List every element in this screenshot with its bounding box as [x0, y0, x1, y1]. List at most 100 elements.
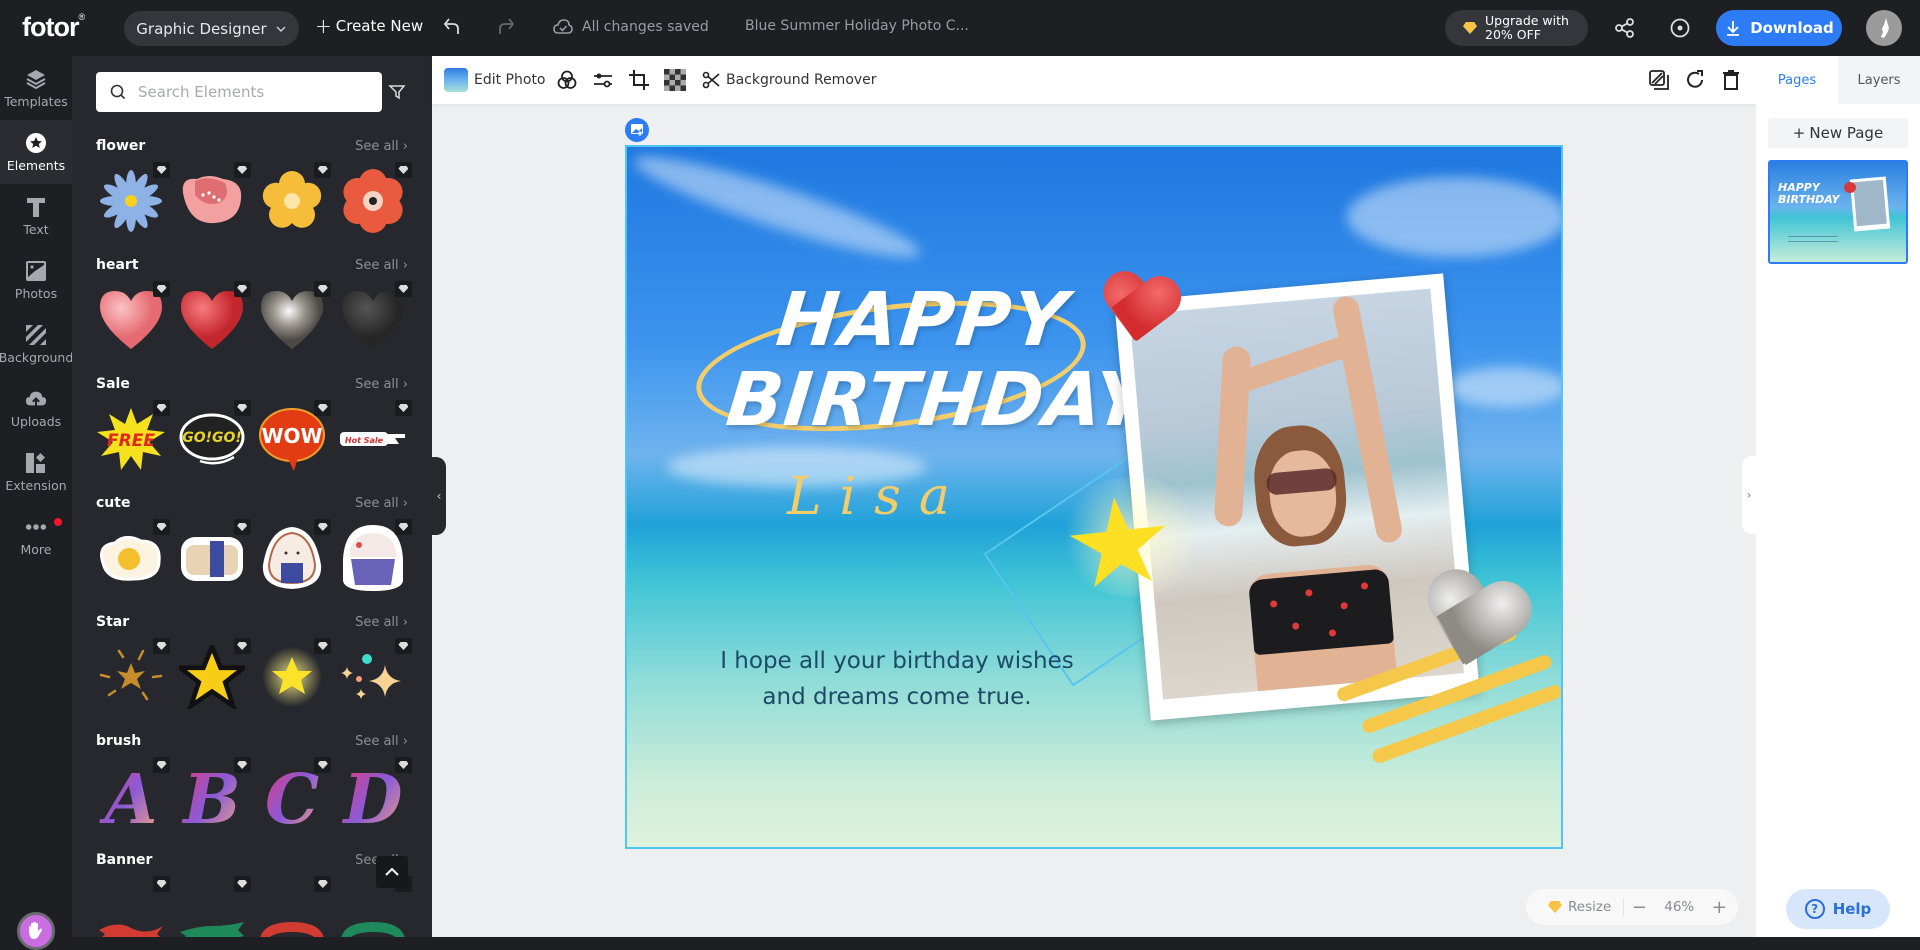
tab-pages[interactable]: Pages — [1756, 56, 1838, 104]
undo-button[interactable] — [440, 15, 464, 39]
adjust-button[interactable] — [592, 68, 614, 92]
zoom-in-button[interactable]: + — [1704, 897, 1734, 918]
design-canvas[interactable]: HAPPY BIRTHDAY Lisa I hope all your birt… — [625, 145, 1563, 849]
element-twinkles[interactable] — [338, 638, 412, 712]
background-remover-button[interactable]: Background Remover — [702, 68, 877, 92]
fotor-logo[interactable]: fotor® — [22, 12, 85, 43]
edit-photo-button[interactable]: Edit Photo — [444, 68, 546, 92]
filter-icon[interactable] — [388, 83, 406, 101]
flip-button[interactable] — [1648, 68, 1670, 92]
element-black-heart[interactable] — [338, 281, 412, 355]
nav-extension[interactable]: Extension — [0, 440, 72, 504]
cherry — [1269, 600, 1278, 608]
see-all-link[interactable]: See all › — [355, 139, 408, 154]
element-gogo-sticker[interactable]: GO!GO! — [177, 400, 251, 474]
replace-button[interactable] — [1684, 68, 1706, 92]
title-birthday[interactable]: BIRTHDAY — [722, 357, 1153, 443]
hand-wave-button[interactable] — [17, 912, 55, 950]
element-sparkle-burst[interactable] — [96, 638, 170, 712]
title-happy[interactable]: HAPPY — [772, 277, 1072, 363]
search-box[interactable] — [96, 72, 382, 112]
edit-photo-label: Edit Photo — [474, 72, 546, 88]
team-selector-button[interactable]: Graphic Designer — [124, 11, 299, 46]
hand-wave-icon — [29, 922, 43, 939]
nav-templates[interactable]: Templates — [0, 56, 72, 120]
element-sushi[interactable] — [177, 519, 251, 593]
cloud — [628, 147, 926, 273]
element-brush-d[interactable]: D — [338, 757, 412, 831]
element-red-ribbon-2[interactable] — [257, 876, 332, 937]
birthday-message[interactable]: I hope all your birthday wishes and drea… — [707, 643, 1087, 715]
nav-text[interactable]: Text — [0, 184, 72, 248]
share-button[interactable] — [1613, 16, 1637, 40]
see-all-link[interactable]: See all › — [355, 615, 408, 630]
element-pink-heart[interactable] — [96, 281, 170, 355]
nav-label: More — [20, 541, 52, 557]
tab-layers[interactable]: Layers — [1838, 56, 1920, 104]
element-hot-sale-sticker[interactable]: Hot Sale — [338, 400, 412, 474]
page-thumbnail[interactable]: HAPPY BIRTHDAY — [1768, 160, 1908, 264]
crop-button[interactable] — [628, 68, 650, 92]
element-fried-egg[interactable] — [96, 519, 170, 593]
wow-bubble-icon: WOW — [259, 408, 326, 471]
resize-button[interactable]: Resize — [1526, 898, 1625, 916]
element-yellow-flower[interactable] — [257, 162, 332, 236]
element-red-heart[interactable] — [177, 281, 251, 355]
element-glow-star[interactable] — [257, 638, 332, 712]
element-red-flower[interactable] — [338, 162, 412, 236]
filter-button[interactable] — [556, 68, 578, 92]
create-new-button[interactable]: + Create New — [315, 16, 423, 36]
element-brush-a[interactable]: A — [96, 757, 170, 831]
nav-photos[interactable]: Photos — [0, 248, 72, 312]
transparency-button[interactable] — [664, 68, 686, 92]
element-silver-heart[interactable] — [257, 281, 332, 355]
preview-button[interactable] — [1668, 16, 1692, 40]
nav-more[interactable]: More — [0, 504, 72, 568]
delete-button[interactable] — [1720, 68, 1742, 92]
element-onigiri[interactable] — [257, 519, 332, 593]
nav-background[interactable]: Background — [0, 312, 73, 376]
see-all-link[interactable]: See all › — [355, 377, 408, 392]
refresh-icon — [1687, 70, 1703, 88]
expand-right-panel-button[interactable]: › — [1742, 456, 1756, 534]
premium-badge — [233, 162, 251, 178]
element-green-ribbon-2[interactable] — [338, 876, 412, 937]
red-heart-sticker[interactable] — [1094, 270, 1183, 352]
help-button[interactable]: ? Help — [1786, 889, 1890, 929]
see-all-link[interactable]: See all › — [355, 734, 408, 749]
element-pink-poppy[interactable] — [177, 162, 251, 236]
section-title: flower — [96, 138, 146, 154]
replace-image-badge[interactable] — [625, 118, 649, 142]
new-page-button[interactable]: + New Page — [1768, 118, 1908, 148]
download-button[interactable]: Download — [1716, 10, 1842, 46]
element-brush-b[interactable]: B — [177, 757, 251, 831]
see-all-link[interactable]: See all › — [355, 258, 408, 273]
element-wow-sticker[interactable]: WOW — [257, 400, 332, 474]
zoom-out-button[interactable]: − — [1624, 897, 1654, 918]
document-title[interactable]: Blue Summer Holiday Photo C... — [745, 18, 969, 34]
collapse-panel-button[interactable]: ‹ — [432, 457, 446, 535]
element-brush-c[interactable]: C — [257, 757, 332, 831]
redo-button[interactable] — [494, 15, 518, 39]
see-all-link[interactable]: See all › — [355, 496, 408, 511]
scroll-to-top-button[interactable] — [376, 856, 408, 888]
zoom-level[interactable]: 46% — [1654, 899, 1704, 915]
element-free-sticker[interactable]: FREE — [96, 400, 170, 474]
upgrade-button[interactable]: Upgrade with 20% OFF — [1445, 10, 1588, 46]
search-input[interactable] — [138, 83, 368, 101]
user-avatar[interactable] — [1866, 10, 1902, 46]
element-red-ribbon[interactable] — [96, 876, 170, 937]
premium-badge — [314, 757, 332, 773]
premium-badge — [153, 876, 170, 892]
premium-badge — [233, 876, 251, 892]
name-script-text[interactable]: Lisa — [787, 467, 968, 527]
nav-uploads[interactable]: Uploads — [0, 376, 72, 440]
element-cupcake[interactable] — [338, 519, 412, 593]
section-title: cute — [96, 495, 131, 511]
elements-panel: flower See all › heart See all › — [72, 56, 432, 937]
element-pixel-star[interactable] — [177, 638, 251, 712]
element-blue-daisy[interactable] — [96, 162, 170, 236]
element-green-ribbon[interactable] — [177, 876, 251, 937]
premium-badge — [394, 162, 412, 178]
nav-elements[interactable]: Elements — [0, 120, 72, 184]
